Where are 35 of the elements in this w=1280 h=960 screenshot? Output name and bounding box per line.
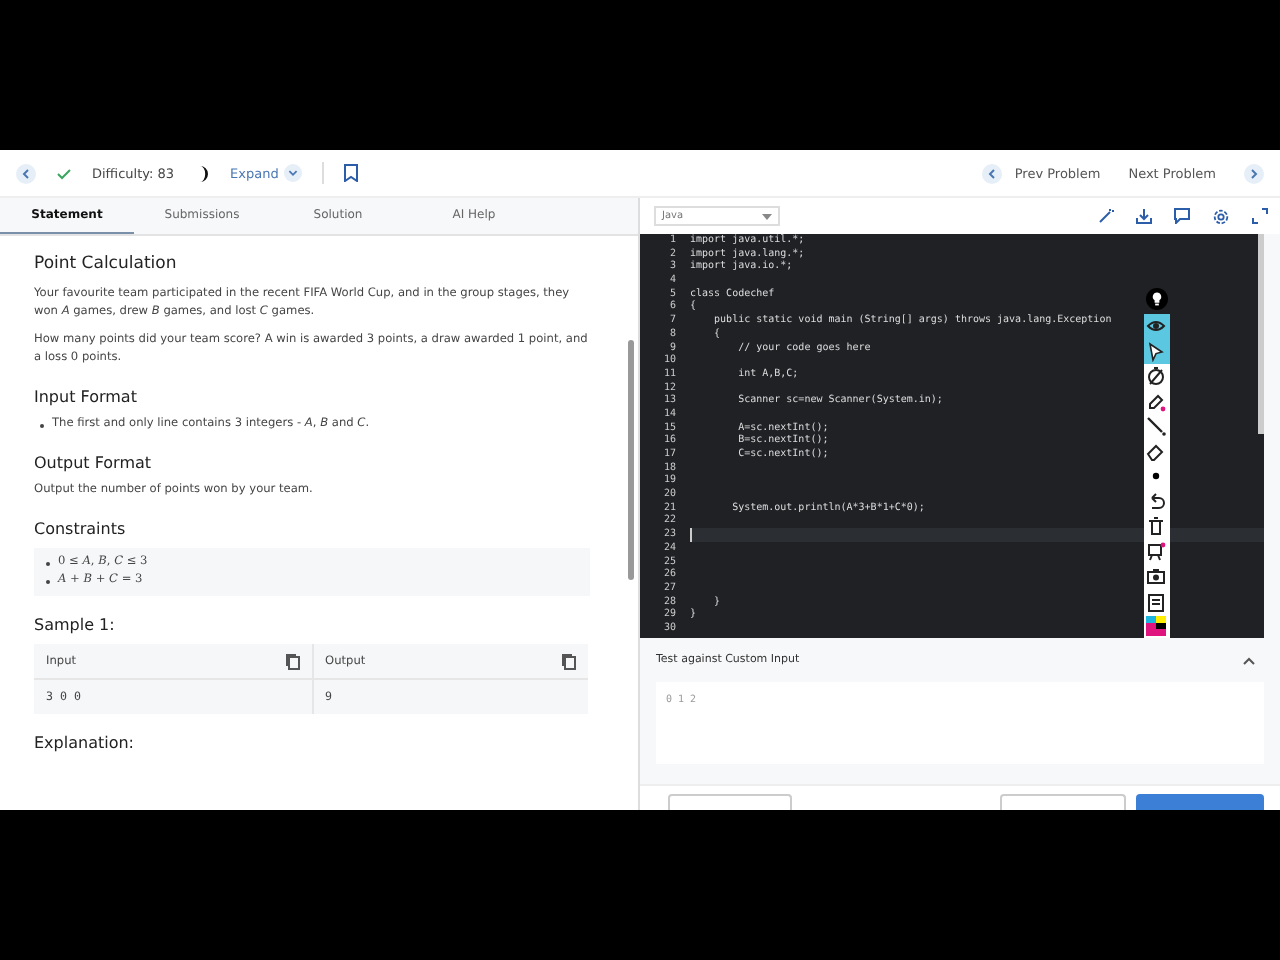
problem-title: Point Calculation [34,254,179,274]
clipboard-icon[interactable] [1143,589,1169,614]
section-heading: Output Format [34,454,154,472]
section-heading: Explanation: [34,734,136,752]
lightbulb-icon[interactable] [1145,288,1167,310]
fullscreen-icon[interactable] [1252,208,1268,224]
wand-icon[interactable] [1098,208,1114,224]
copy-icon[interactable] [285,653,299,669]
line-icon[interactable] [1143,414,1169,439]
check-icon [56,165,72,181]
chevron-right-icon[interactable] [1244,163,1264,183]
board-icon[interactable] [1143,539,1169,564]
caret-icon[interactable] [762,213,772,219]
trash-icon[interactable] [1143,514,1169,539]
pen-icon[interactable] [1143,389,1169,414]
color-palette[interactable] [1143,614,1169,638]
text-cursor [690,528,692,542]
camera-icon[interactable] [1143,564,1169,589]
section-heading: Constraints [34,520,128,538]
collapse-icon[interactable] [1242,655,1256,665]
section-heading: Input Format [34,388,139,406]
bookmark-icon[interactable] [344,164,359,182]
back-icon[interactable] [16,163,36,183]
undo-icon[interactable] [1143,489,1169,514]
settings-icon[interactable] [1212,207,1230,225]
cursor-icon[interactable] [1143,339,1169,364]
chevron-left-icon[interactable] [982,163,1003,183]
copy-icon[interactable] [562,653,576,669]
section-heading: Sample 1: [34,616,117,634]
eye-icon[interactable] [1143,314,1169,339]
comment-icon[interactable] [1174,208,1190,224]
code-editor[interactable] [640,234,1264,638]
download-icon[interactable] [1136,208,1152,224]
chevron-icon[interactable] [284,164,303,182]
timer-icon[interactable] [1143,364,1169,389]
